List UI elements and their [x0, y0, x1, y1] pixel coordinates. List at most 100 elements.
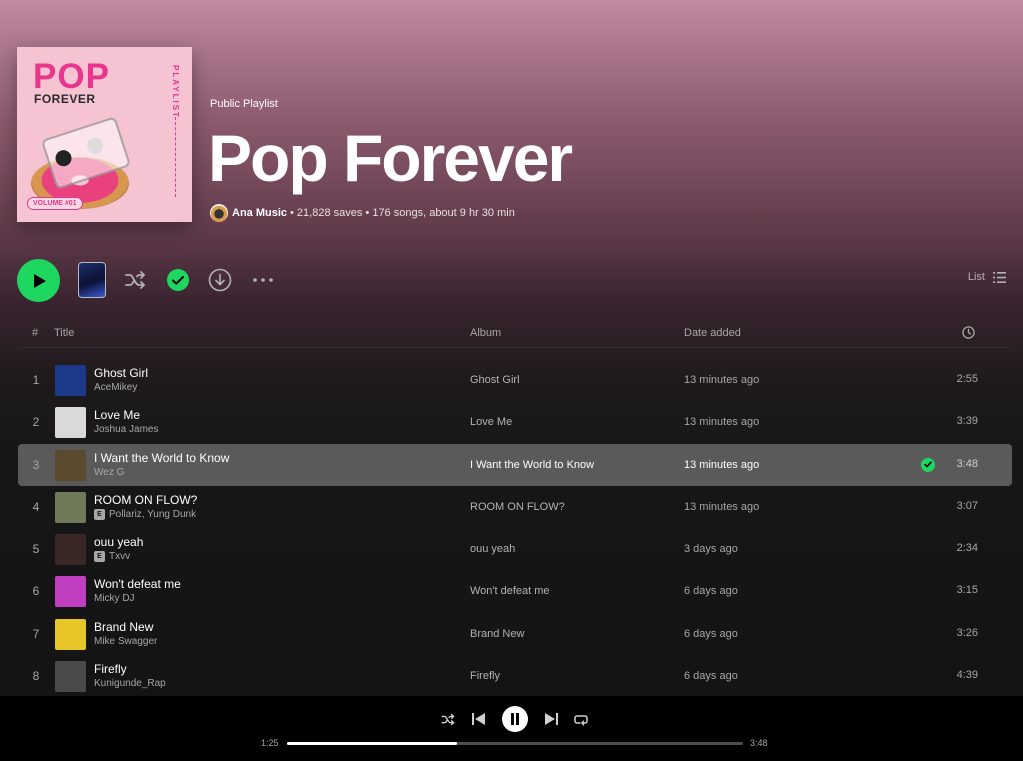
track-number: 6 — [32, 584, 40, 599]
track-number: 2 — [32, 415, 40, 430]
tracklist: 1 Ghost Girl AceMikey Ghost Girl 13 minutes … — [18, 359, 1012, 696]
saved-check-icon[interactable] — [921, 457, 935, 472]
track-row[interactable]: 4 ROOM ON FLOW? E Pollariz, Yung Dunk ROOM O… — [18, 486, 1012, 528]
column-duration[interactable] — [962, 326, 975, 342]
track-thumbnail — [55, 449, 86, 481]
next-icon — [544, 713, 558, 725]
track-date-added: 13 minutes ago — [684, 500, 760, 513]
track-number: 4 — [32, 499, 40, 514]
track-artist[interactable]: Txvv — [109, 551, 130, 562]
saved-button[interactable] — [165, 267, 191, 293]
track-artist-line: Micky DJ — [94, 593, 135, 604]
track-artist[interactable]: Mike Swagger — [94, 636, 157, 647]
playlist-stats: • 21,828 saves • 176 songs, about 9 hr 3… — [290, 207, 515, 219]
track-artist[interactable]: Wez G — [94, 467, 124, 478]
shuffle-button[interactable] — [123, 267, 149, 293]
previous-icon — [471, 713, 485, 725]
track-date-added: 6 days ago — [684, 670, 738, 683]
next-button[interactable] — [538, 706, 564, 732]
track-artist[interactable]: Micky DJ — [94, 593, 135, 604]
track-row[interactable]: 1 Ghost Girl AceMikey Ghost Girl 13 minutes … — [18, 359, 1012, 401]
track-date-added: 6 days ago — [684, 627, 738, 640]
cover-title: POP — [33, 57, 110, 96]
play-button[interactable] — [17, 259, 60, 302]
track-artist[interactable]: Joshua James — [94, 424, 158, 435]
playlist-view: POP FOREVER PLAYLIST VOLUME #01 Public P… — [0, 0, 1023, 696]
progress-fill — [287, 742, 458, 745]
track-album[interactable]: Love Me — [470, 416, 512, 428]
track-album[interactable]: Firefly — [470, 670, 500, 682]
progress-bar[interactable] — [287, 742, 743, 745]
page-title: Pop Forever — [208, 121, 573, 195]
list-view-toggle[interactable]: List — [968, 271, 1006, 283]
column-album[interactable]: Album — [470, 327, 501, 339]
track-title[interactable]: Firefly — [94, 662, 127, 676]
repeat-icon — [574, 714, 588, 726]
repeat-button[interactable] — [568, 706, 594, 732]
track-duration: 4:39 — [956, 669, 978, 682]
track-row[interactable]: 3 I Want the World to Know Wez G I Want the… — [18, 443, 1012, 486]
track-thumbnail — [55, 491, 86, 523]
track-title[interactable]: ouu yeah — [94, 535, 143, 549]
track-row[interactable]: 5 ouu yeah E Txvv ouu yeah 3 days ago 2:34 — [18, 528, 1012, 570]
list-view-icon — [993, 271, 1006, 283]
track-row[interactable]: 2 Love Me Joshua James Love Me 13 minutes ag… — [18, 401, 1012, 443]
download-button[interactable] — [207, 267, 233, 293]
total-time: 3:48 — [750, 738, 768, 748]
track-artist[interactable]: Pollariz, Yung Dunk — [109, 509, 196, 520]
track-thumbnail — [55, 576, 86, 608]
column-title[interactable]: Title — [54, 327, 74, 339]
action-bar: List — [0, 255, 1023, 305]
track-artist-line: Joshua James — [94, 424, 158, 435]
track-album[interactable]: ROOM ON FLOW? — [470, 501, 565, 513]
track-row[interactable]: 7 Brand New Mike Swagger Brand New 6 days ag… — [18, 613, 1012, 655]
track-thumbnail — [55, 407, 86, 439]
player-shuffle-button[interactable] — [435, 706, 461, 732]
track-title[interactable]: Ghost Girl — [94, 366, 148, 380]
track-row[interactable]: 8 Firefly Kunigunde_Rap Firefly 6 days ago 4:… — [18, 655, 1012, 696]
track-date-added: 13 minutes ago — [684, 374, 760, 386]
track-duration: 3:39 — [956, 415, 978, 428]
owner-avatar[interactable] — [210, 204, 228, 222]
explicit-badge: E — [94, 508, 105, 520]
track-artist-line: Mike Swagger — [94, 636, 157, 647]
track-title[interactable]: I Want the World to Know — [94, 451, 229, 465]
track-date-added: 13 minutes ago — [684, 416, 760, 429]
shuffle-icon — [441, 713, 454, 725]
cover-divider — [175, 117, 176, 197]
cover-volume-badge: VOLUME #01 — [27, 197, 83, 210]
more-options-button[interactable] — [250, 267, 276, 293]
explicit-badge: E — [94, 551, 105, 563]
track-album[interactable]: Won't defeat me — [470, 585, 550, 597]
track-artist[interactable]: AceMikey — [94, 382, 137, 393]
pause-button[interactable] — [502, 706, 528, 732]
shuffle-icon — [125, 271, 145, 289]
track-title[interactable]: ROOM ON FLOW? — [94, 493, 197, 507]
track-thumbnail — [55, 661, 86, 693]
track-album[interactable]: Brand New — [470, 628, 524, 640]
clock-icon — [962, 326, 975, 339]
playlist-cover[interactable]: POP FOREVER PLAYLIST VOLUME #01 — [17, 47, 192, 222]
track-title[interactable]: Won't defeat me — [94, 577, 181, 591]
track-duration: 3:07 — [956, 499, 978, 512]
column-date-added[interactable]: Date added — [684, 327, 741, 339]
track-duration: 3:15 — [956, 584, 978, 597]
track-date-added: 3 days ago — [684, 543, 738, 556]
track-artist[interactable]: Kunigunde_Rap — [94, 678, 166, 689]
track-album[interactable]: I Want the World to Know — [470, 459, 594, 471]
track-title[interactable]: Love Me — [94, 408, 140, 422]
owner-name-link[interactable]: Ana Music — [232, 207, 287, 219]
list-view-label: List — [967, 271, 985, 283]
track-duration: 3:48 — [956, 457, 978, 470]
track-album[interactable]: ouu yeah — [470, 543, 515, 555]
playback-controls — [0, 706, 1023, 732]
playlist-type: Public Playlist — [210, 98, 278, 110]
track-artist-line: AceMikey — [94, 382, 137, 393]
playlist-header: POP FOREVER PLAYLIST VOLUME #01 Public P… — [0, 0, 1023, 240]
player-bar: 1:25 3:48 — [0, 696, 1023, 761]
track-title[interactable]: Brand New — [94, 620, 153, 634]
track-preview-button[interactable] — [78, 262, 106, 298]
track-album[interactable]: Ghost Girl — [470, 374, 520, 386]
track-row[interactable]: 6 Won't defeat me Micky DJ Won't defeat me 6… — [18, 570, 1012, 612]
previous-button[interactable] — [465, 706, 491, 732]
